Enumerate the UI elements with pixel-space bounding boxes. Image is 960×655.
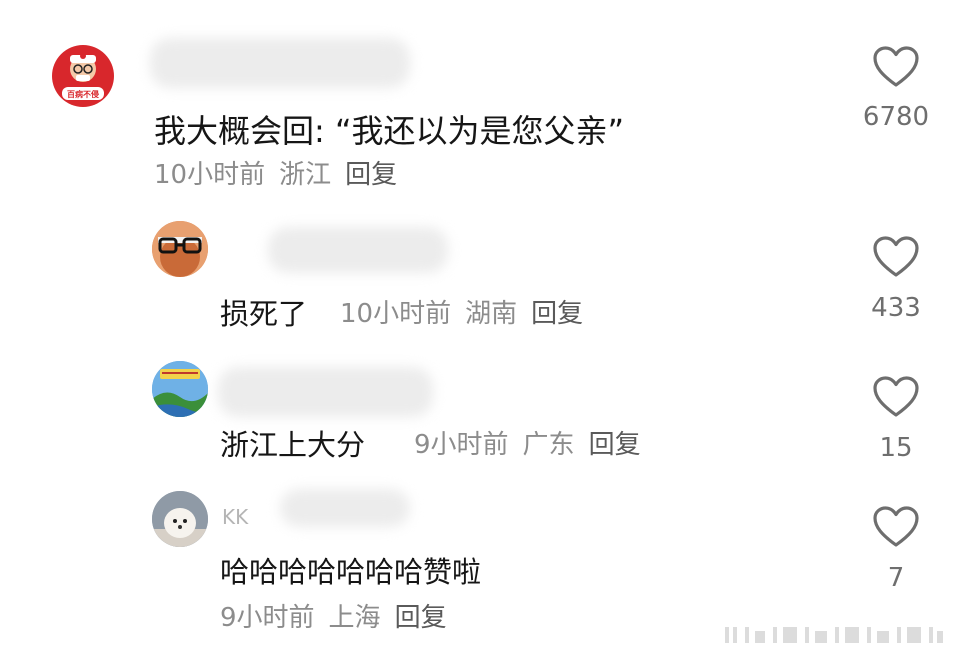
reply-2: 浙江上大分 9小时前 广东 回复 15	[0, 345, 960, 485]
reply-time: 10小时前	[340, 299, 452, 329]
comment-1-avatar[interactable]: 百病不侵	[52, 45, 114, 107]
reply-2-text: 浙江上大分	[220, 428, 366, 462]
reply-3-username[interactable]: KK	[222, 505, 248, 529]
reply-3-text: 哈哈哈哈哈哈哈赞啦	[220, 555, 482, 589]
reply-button[interactable]: 回复	[589, 430, 641, 460]
dog-avatar-icon	[152, 491, 208, 547]
comment-location: 浙江	[279, 160, 332, 190]
comment-time: 10小时前	[154, 160, 266, 190]
reply-button[interactable]: 回复	[531, 299, 583, 329]
reply-1-text: 损死了	[220, 297, 308, 331]
reply-time: 9小时前	[414, 430, 509, 460]
username-redacted	[150, 38, 410, 88]
like-count: 433	[871, 293, 921, 323]
reply-3-meta: 9小时前 上海 回复	[220, 597, 447, 634]
reply-button[interactable]: 回复	[345, 160, 397, 190]
heart-icon[interactable]	[872, 505, 920, 549]
heart-icon[interactable]	[872, 375, 920, 419]
reply-button[interactable]: 回复	[395, 603, 447, 633]
heart-icon[interactable]	[872, 235, 920, 279]
watermark	[725, 625, 945, 645]
heart-icon[interactable]	[872, 45, 920, 89]
reply-1-avatar[interactable]	[152, 221, 208, 277]
reply-time: 9小时前	[220, 603, 315, 633]
watermark-bars-icon	[725, 627, 943, 643]
landscape-avatar-icon	[152, 361, 208, 417]
username-redacted	[280, 489, 410, 527]
like-count: 7	[887, 563, 905, 593]
comment-1-text: 我大概会回: “我还以为是您父亲”	[154, 112, 625, 150]
reply-1: 损死了 10小时前 湖南 回复 433	[0, 205, 960, 345]
like-count: 6780	[862, 102, 930, 132]
comment-1: 百病不侵 我大概会回: “我还以为是您父亲” 10小时前 浙江 回复 6780	[0, 0, 960, 200]
reply-location: 广东	[522, 430, 575, 460]
reply-location: 湖南	[465, 299, 518, 329]
glasses-avatar-icon	[152, 221, 208, 277]
reply-2-avatar[interactable]	[152, 361, 208, 417]
like-count: 15	[879, 433, 913, 463]
reply-1-meta: 10小时前 湖南 回复	[340, 293, 583, 330]
username-redacted	[218, 367, 433, 417]
username-redacted	[268, 227, 448, 273]
avatar-caption: 百病不侵	[67, 90, 99, 99]
reply-location: 上海	[328, 603, 381, 633]
comment-1-meta: 10小时前 浙江 回复	[154, 154, 397, 191]
reply-3-avatar[interactable]	[152, 491, 208, 547]
reply-2-meta: 9小时前 广东 回复	[414, 424, 641, 461]
